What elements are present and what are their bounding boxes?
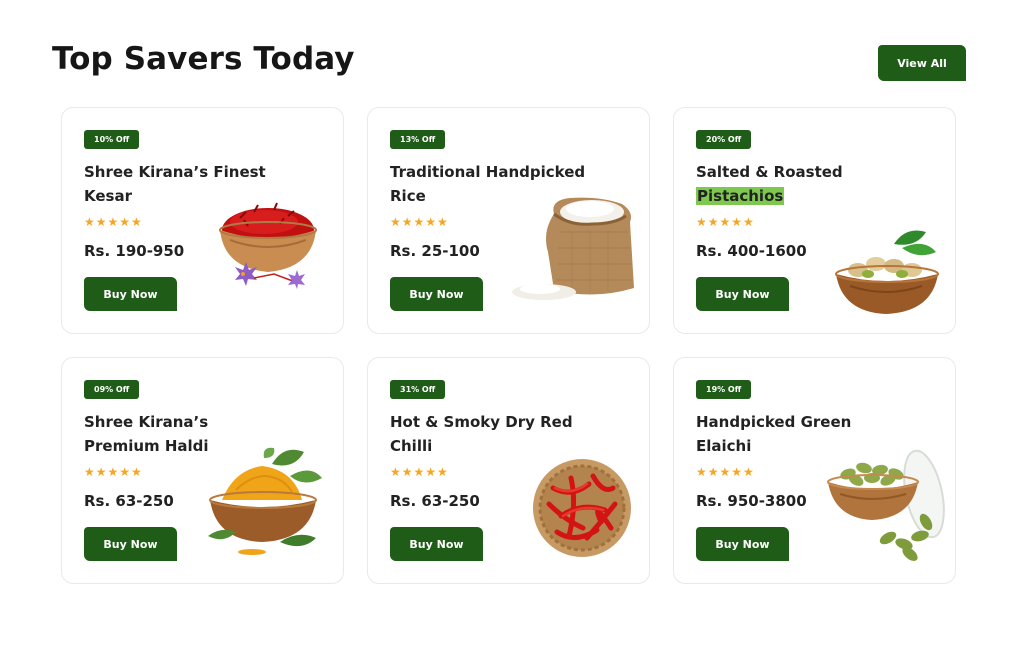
product-title-highlight: Pistachios (696, 187, 785, 205)
rating-stars: ★★★★★ (696, 465, 755, 479)
rice-sack-image (512, 197, 634, 300)
product-title[interactable]: Salted & Roasted Pistachios (696, 160, 896, 208)
product-price: Rs. 63-250 (390, 492, 480, 510)
buy-now-button[interactable]: Buy Now (390, 277, 483, 311)
discount-badge: 19% Off (696, 380, 752, 399)
product-price: Rs. 190-950 (84, 242, 185, 260)
discount-badge: 31% Off (390, 380, 446, 399)
product-card-kesar[interactable]: 10% Off Shree Kirana’s Finest Kesar ★★★★… (61, 107, 344, 334)
buy-now-button[interactable]: Buy Now (696, 277, 789, 311)
product-card-rice[interactable]: 13% Off Traditional Handpicked Rice ★★★★… (367, 107, 650, 334)
product-price: Rs. 400-1600 (696, 242, 807, 260)
product-price: Rs. 25-100 (390, 242, 480, 260)
saffron-bowl-image (219, 202, 317, 289)
product-price: Rs. 63-250 (84, 492, 174, 510)
view-all-button[interactable]: View All (878, 45, 966, 81)
buy-now-button[interactable]: Buy Now (84, 277, 177, 311)
red-chilli-basket-image (533, 459, 631, 557)
rating-stars: ★★★★★ (696, 215, 755, 229)
discount-badge: 13% Off (390, 130, 446, 149)
product-title[interactable]: Hot & Smoky Dry Red Chilli (390, 410, 590, 458)
rating-stars: ★★★★★ (390, 215, 449, 229)
discount-badge: 09% Off (84, 380, 140, 399)
cardamom-bowl-image (827, 449, 945, 561)
turmeric-bowl-image (208, 447, 322, 555)
buy-now-button[interactable]: Buy Now (696, 527, 789, 561)
buy-now-button[interactable]: Buy Now (84, 527, 177, 561)
pistachio-bowl-image (835, 230, 939, 314)
product-card-elaichi[interactable]: 19% Off Handpicked Green Elaichi ★★★★★ R… (673, 357, 956, 584)
product-card-red-chilli[interactable]: 31% Off Hot & Smoky Dry Red Chilli ★★★★★… (367, 357, 650, 584)
section-title: Top Savers Today (52, 41, 355, 77)
discount-badge: 10% Off (84, 130, 140, 149)
product-price: Rs. 950-3800 (696, 492, 807, 510)
rating-stars: ★★★★★ (390, 465, 449, 479)
product-title-text: Salted & Roasted (696, 163, 843, 181)
discount-badge: 20% Off (696, 130, 752, 149)
rating-stars: ★★★★★ (84, 465, 143, 479)
buy-now-button[interactable]: Buy Now (390, 527, 483, 561)
rating-stars: ★★★★★ (84, 215, 143, 229)
product-card-pistachios[interactable]: 20% Off Salted & Roasted Pistachios ★★★★… (673, 107, 956, 334)
product-card-haldi[interactable]: 09% Off Shree Kirana’s Premium Haldi ★★★… (61, 357, 344, 584)
